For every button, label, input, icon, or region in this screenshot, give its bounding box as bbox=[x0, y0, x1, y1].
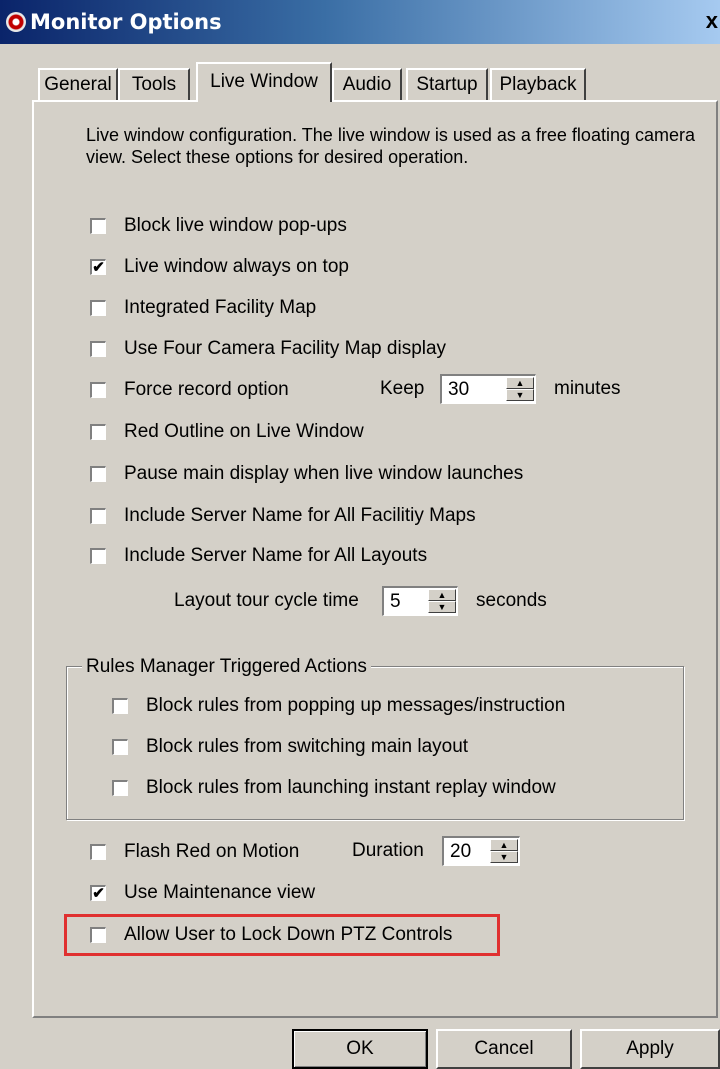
option-maintenance-view[interactable]: ✔ Use Maintenance view bbox=[90, 879, 315, 907]
description-text: Live window configuration. The live wind… bbox=[86, 125, 695, 167]
keep-minutes-stepper[interactable]: 30 ▲ ▼ bbox=[440, 374, 536, 404]
tab-live-window[interactable]: Live Window bbox=[196, 62, 332, 102]
tab-startup[interactable]: Startup bbox=[406, 68, 488, 100]
spin-down-icon[interactable]: ▼ bbox=[428, 601, 456, 613]
option-block-popups[interactable]: Block live window pop-ups bbox=[90, 212, 347, 240]
checkbox[interactable] bbox=[112, 739, 128, 755]
tab-general[interactable]: General bbox=[38, 68, 118, 100]
option-always-on-top[interactable]: ✔ Live window always on top bbox=[90, 253, 349, 281]
layout-tour-unit: seconds bbox=[476, 590, 547, 611]
checkbox[interactable] bbox=[90, 341, 106, 357]
rule-block-instant-replay[interactable]: Block rules from launching instant repla… bbox=[112, 774, 556, 802]
keep-value: 30 bbox=[448, 379, 470, 400]
option-red-outline[interactable]: Red Outline on Live Window bbox=[90, 418, 364, 446]
rule-block-switching-layout[interactable]: Block rules from switching main layout bbox=[112, 733, 468, 761]
checkbox[interactable] bbox=[90, 927, 106, 943]
ok-button[interactable]: OK bbox=[292, 1029, 428, 1069]
checkbox[interactable] bbox=[112, 698, 128, 714]
option-server-name-facility-maps[interactable]: Include Server Name for All Facilitiy Ma… bbox=[90, 502, 476, 530]
rule-block-popups[interactable]: Block rules from popping up messages/ins… bbox=[112, 692, 565, 720]
option-four-camera-map[interactable]: Use Four Camera Facility Map display bbox=[90, 335, 446, 363]
spin-down-icon[interactable]: ▼ bbox=[506, 389, 534, 401]
duration-value: 20 bbox=[450, 841, 472, 862]
checkbox[interactable] bbox=[90, 382, 106, 398]
tab-playback[interactable]: Playback bbox=[490, 68, 586, 100]
close-icon[interactable]: x bbox=[706, 8, 718, 34]
spin-up-icon[interactable]: ▲ bbox=[428, 589, 456, 601]
option-flash-red-motion[interactable]: Flash Red on Motion bbox=[90, 838, 299, 866]
option-lock-ptz[interactable]: Allow User to Lock Down PTZ Controls bbox=[90, 921, 452, 949]
option-server-name-layouts[interactable]: Include Server Name for All Layouts bbox=[90, 542, 427, 570]
duration-label: Duration bbox=[352, 840, 424, 861]
checkbox-checked[interactable]: ✔ bbox=[90, 885, 106, 901]
keep-unit: minutes bbox=[554, 378, 621, 399]
tab-tools[interactable]: Tools bbox=[118, 68, 190, 100]
checkbox[interactable] bbox=[90, 548, 106, 564]
option-force-record[interactable]: Force record option bbox=[90, 376, 289, 404]
checkbox-checked[interactable]: ✔ bbox=[90, 259, 106, 275]
window-title: Monitor Options bbox=[30, 10, 222, 34]
layout-tour-stepper[interactable]: 5 ▲ ▼ bbox=[382, 586, 458, 616]
app-camera-icon bbox=[6, 12, 26, 32]
checkbox[interactable] bbox=[90, 424, 106, 440]
keep-label: Keep bbox=[380, 378, 425, 399]
rules-group-title: Rules Manager Triggered Actions bbox=[82, 656, 371, 678]
checkbox[interactable] bbox=[90, 218, 106, 234]
checkbox[interactable] bbox=[90, 300, 106, 316]
title-bar: Monitor Options x bbox=[0, 0, 720, 44]
checkbox[interactable] bbox=[90, 466, 106, 482]
spin-down-icon[interactable]: ▼ bbox=[490, 851, 518, 863]
checkbox[interactable] bbox=[90, 844, 106, 860]
spin-up-icon[interactable]: ▲ bbox=[506, 377, 534, 389]
option-pause-main-display[interactable]: Pause main display when live window laun… bbox=[90, 460, 523, 488]
duration-stepper[interactable]: 20 ▲ ▼ bbox=[442, 836, 520, 866]
layout-tour-label: Layout tour cycle time bbox=[174, 590, 359, 611]
spin-up-icon[interactable]: ▲ bbox=[490, 839, 518, 851]
checkbox[interactable] bbox=[112, 780, 128, 796]
apply-button[interactable]: Apply bbox=[580, 1029, 720, 1069]
option-integrated-facility-map[interactable]: Integrated Facility Map bbox=[90, 294, 316, 322]
cancel-button[interactable]: Cancel bbox=[436, 1029, 572, 1069]
layout-tour-value: 5 bbox=[390, 591, 401, 612]
checkbox[interactable] bbox=[90, 508, 106, 524]
tab-audio[interactable]: Audio bbox=[332, 68, 402, 100]
